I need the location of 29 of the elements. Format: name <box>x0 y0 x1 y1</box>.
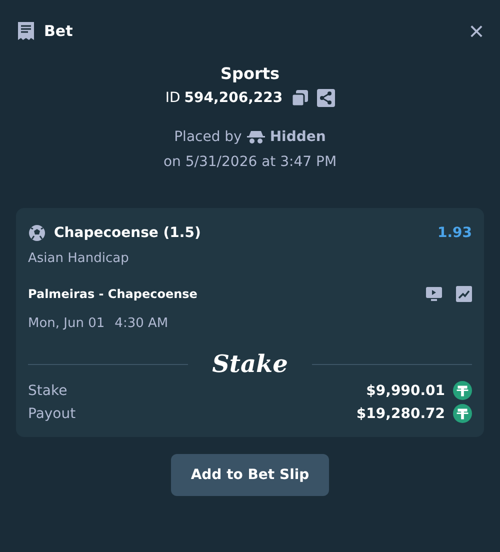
amount-label: Stake <box>28 382 68 398</box>
selection-name: Chapecoense (1.5) <box>54 225 201 241</box>
event-date: Mon, Jun 01 <box>28 316 105 331</box>
brand-logo: Stake <box>212 351 288 377</box>
amount-label: Payout <box>28 406 76 422</box>
soccer-ball-icon <box>28 224 46 242</box>
bet-category: Sports <box>220 64 280 83</box>
tether-coin-icon <box>453 381 472 400</box>
receipt-icon <box>16 21 36 41</box>
placed-date: on 5/31/2026 at 3:47 PM <box>163 154 337 170</box>
market-name: Asian Handicap <box>28 251 130 266</box>
tether-coin-icon <box>453 404 472 423</box>
close-button[interactable]: × <box>468 21 484 41</box>
user-name: Hidden <box>270 129 326 145</box>
placed-by-label: Placed by <box>174 129 242 145</box>
dialog-title: Bet <box>44 22 74 40</box>
bet-id: 594,206,223 <box>184 90 283 106</box>
add-to-bet-slip-button[interactable]: Add to Bet Slip <box>170 454 330 496</box>
odds: 1.93 <box>437 225 472 241</box>
incognito-icon <box>246 130 265 144</box>
event-name: Palmeiras - Chapecoense <box>28 287 198 301</box>
event-time: 4:30 AM <box>114 316 168 331</box>
amount-value: $9,990.01 <box>366 382 445 398</box>
share-icon[interactable] <box>316 89 335 107</box>
copy-icon[interactable] <box>290 89 309 107</box>
amount-value: $19,280.72 <box>356 406 445 422</box>
id-label: ID <box>165 90 180 106</box>
stats-icon[interactable] <box>456 286 472 302</box>
live-stream-icon[interactable] <box>426 287 442 301</box>
